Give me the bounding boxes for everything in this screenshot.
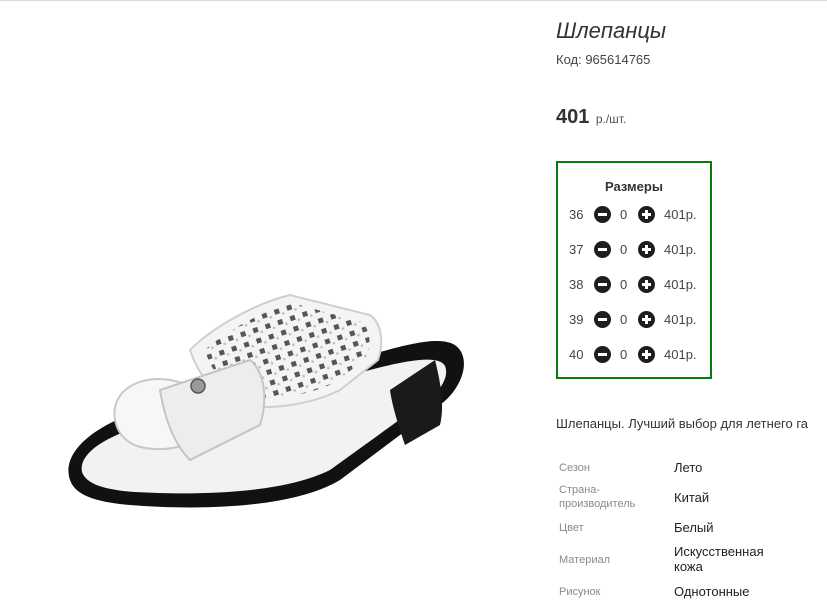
property-label: Страна-производитель bbox=[559, 484, 636, 510]
property-label: Рисунок bbox=[559, 586, 601, 598]
size-row-37: 37 0 401р. bbox=[558, 240, 710, 260]
minus-circle-icon[interactable] bbox=[594, 311, 611, 328]
minus-circle-icon[interactable] bbox=[594, 346, 611, 363]
product-code: Код: 965614765 bbox=[556, 52, 651, 67]
top-divider bbox=[0, 0, 827, 1]
plus-circle-icon[interactable] bbox=[638, 311, 655, 328]
price-value: 401 bbox=[556, 106, 590, 128]
size-price: 401р. bbox=[664, 207, 697, 222]
sizes-panel: Размеры 36 0 401р. 37 0 401р. 38 0 401р.… bbox=[556, 161, 712, 379]
size-row-36: 36 0 401р. bbox=[558, 205, 710, 225]
property-value: Однотонные bbox=[674, 584, 750, 599]
price-unit: р./шт. bbox=[595, 112, 627, 126]
sizes-title: Размеры bbox=[605, 179, 663, 194]
size-quantity: 0 bbox=[620, 242, 628, 257]
plus-circle-icon[interactable] bbox=[638, 241, 655, 258]
size-row-40: 40 0 401р. bbox=[558, 345, 710, 365]
property-value: Белый bbox=[674, 520, 714, 535]
size-price: 401р. bbox=[664, 347, 697, 362]
plus-circle-icon[interactable] bbox=[638, 346, 655, 363]
size-label: 37 bbox=[569, 242, 584, 257]
property-value: Лето bbox=[674, 460, 703, 475]
size-label: 36 bbox=[569, 207, 584, 222]
plus-circle-icon[interactable] bbox=[638, 206, 655, 223]
size-price: 401р. bbox=[664, 277, 697, 292]
product-image[interactable] bbox=[40, 60, 500, 540]
product-description: Шлепанцы. Лучший выбор для летнего га bbox=[556, 416, 809, 431]
property-value: Искусственная кожа bbox=[674, 544, 764, 574]
property-value: Китай bbox=[674, 490, 710, 505]
size-label: 38 bbox=[569, 277, 584, 292]
minus-circle-icon[interactable] bbox=[594, 276, 611, 293]
product-title: Шлепанцы bbox=[556, 18, 667, 43]
size-quantity: 0 bbox=[620, 347, 628, 362]
size-price: 401р. bbox=[664, 242, 697, 257]
property-label: Цвет bbox=[559, 522, 584, 534]
minus-circle-icon[interactable] bbox=[594, 241, 611, 258]
size-row-39: 39 0 401р. bbox=[558, 310, 710, 330]
minus-circle-icon[interactable] bbox=[594, 206, 611, 223]
product-price: 401 р./шт. bbox=[556, 106, 626, 129]
size-quantity: 0 bbox=[620, 207, 628, 222]
size-row-38: 38 0 401р. bbox=[558, 275, 710, 295]
property-label: Материал bbox=[559, 554, 610, 566]
size-label: 40 bbox=[569, 347, 584, 362]
plus-circle-icon[interactable] bbox=[638, 276, 655, 293]
size-quantity: 0 bbox=[620, 312, 628, 327]
property-label: Сезон bbox=[559, 462, 590, 474]
size-price: 401р. bbox=[664, 312, 697, 327]
size-quantity: 0 bbox=[620, 277, 628, 292]
size-label: 39 bbox=[569, 312, 584, 327]
